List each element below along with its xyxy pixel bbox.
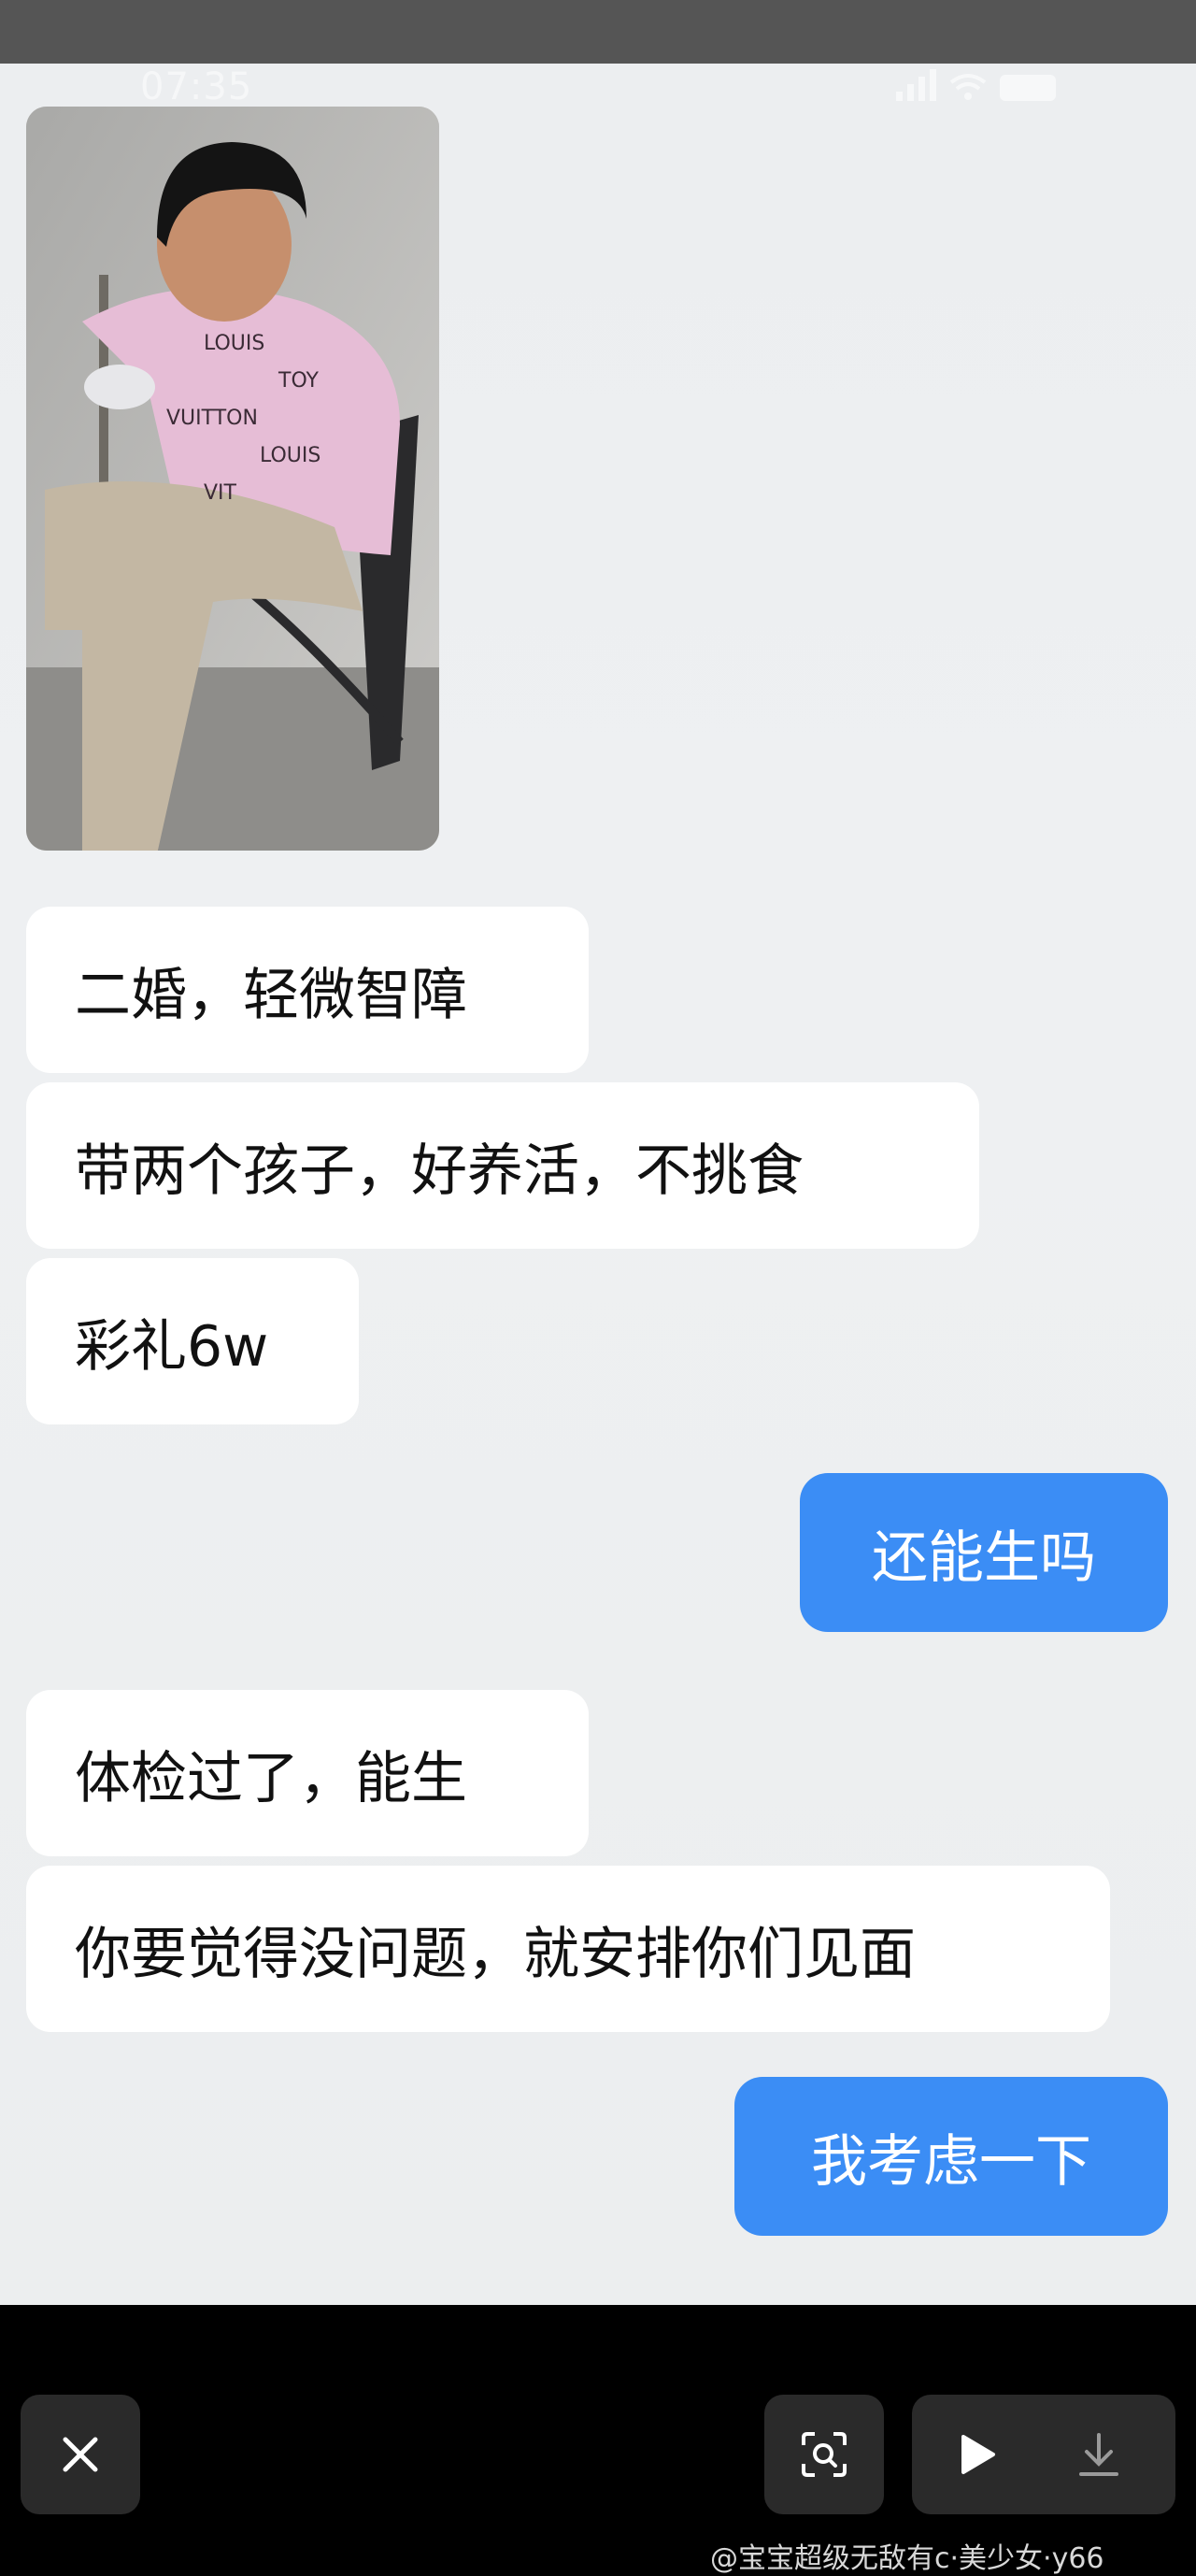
play-button[interactable] bbox=[949, 2426, 1005, 2483]
viewer-top-bar bbox=[0, 0, 1196, 64]
message-bubble-received: 体检过了，能生 bbox=[26, 1690, 589, 1856]
shared-photo[interactable]: LOUIS TOY VUITTON LOUIS VIT bbox=[26, 107, 439, 851]
chat-screenshot: 07:35 LOUIS TOY VUITTON LOUIS VIT 二婚，轻微智… bbox=[0, 64, 1196, 2305]
status-icons bbox=[896, 69, 1056, 101]
svg-text:VIT: VIT bbox=[204, 481, 237, 505]
close-icon bbox=[63, 2437, 98, 2472]
play-icon bbox=[961, 2435, 995, 2474]
svg-text:LOUIS: LOUIS bbox=[260, 444, 320, 467]
battery-icon bbox=[1000, 75, 1056, 101]
svg-text:TOY: TOY bbox=[278, 369, 320, 393]
message-bubble-received: 二婚，轻微智障 bbox=[26, 907, 589, 1073]
message-bubble-sent: 我考虑一下 bbox=[734, 2077, 1168, 2236]
photo-content: LOUISTOY VUITTONLOUIS VIT bbox=[26, 107, 439, 851]
scan-icon bbox=[802, 2432, 847, 2477]
message-text: 你要觉得没问题，就安排你们见面 bbox=[75, 1921, 916, 1987]
svg-text:VUITTON: VUITTON bbox=[166, 407, 258, 430]
watermark: @宝宝超级无敌有c·美少女·y66 bbox=[710, 2542, 1104, 2575]
close-button[interactable] bbox=[21, 2395, 140, 2514]
message-bubble-received: 你要觉得没问题，就安排你们见面 bbox=[26, 1866, 1110, 2032]
download-button[interactable] bbox=[1071, 2426, 1127, 2483]
message-text: 二婚，轻微智障 bbox=[75, 962, 467, 1028]
media-controls bbox=[912, 2395, 1175, 2514]
svg-text:LOUIS: LOUIS bbox=[204, 332, 264, 355]
download-icon bbox=[1079, 2433, 1118, 2476]
wifi-icon bbox=[949, 74, 987, 100]
message-bubble-sent: 还能生吗 bbox=[800, 1473, 1168, 1632]
message-text: 带两个孩子，好养活，不挑食 bbox=[75, 1138, 804, 1204]
message-bubble-received: 彩礼6w bbox=[26, 1258, 359, 1424]
viewer-toolbar: @宝宝超级无敌有c·美少女·y66 bbox=[0, 2305, 1196, 2575]
scan-button[interactable] bbox=[764, 2395, 884, 2514]
signal-icon bbox=[896, 69, 936, 101]
message-text: 我考虑一下 bbox=[811, 2128, 1091, 2195]
message-bubble-received: 带两个孩子，好养活，不挑食 bbox=[26, 1082, 979, 1249]
message-text: 体检过了，能生 bbox=[75, 1745, 467, 1811]
message-text: 彩礼6w bbox=[75, 1313, 269, 1380]
message-text: 还能生吗 bbox=[872, 1524, 1096, 1591]
status-time: 07:35 bbox=[140, 65, 253, 108]
